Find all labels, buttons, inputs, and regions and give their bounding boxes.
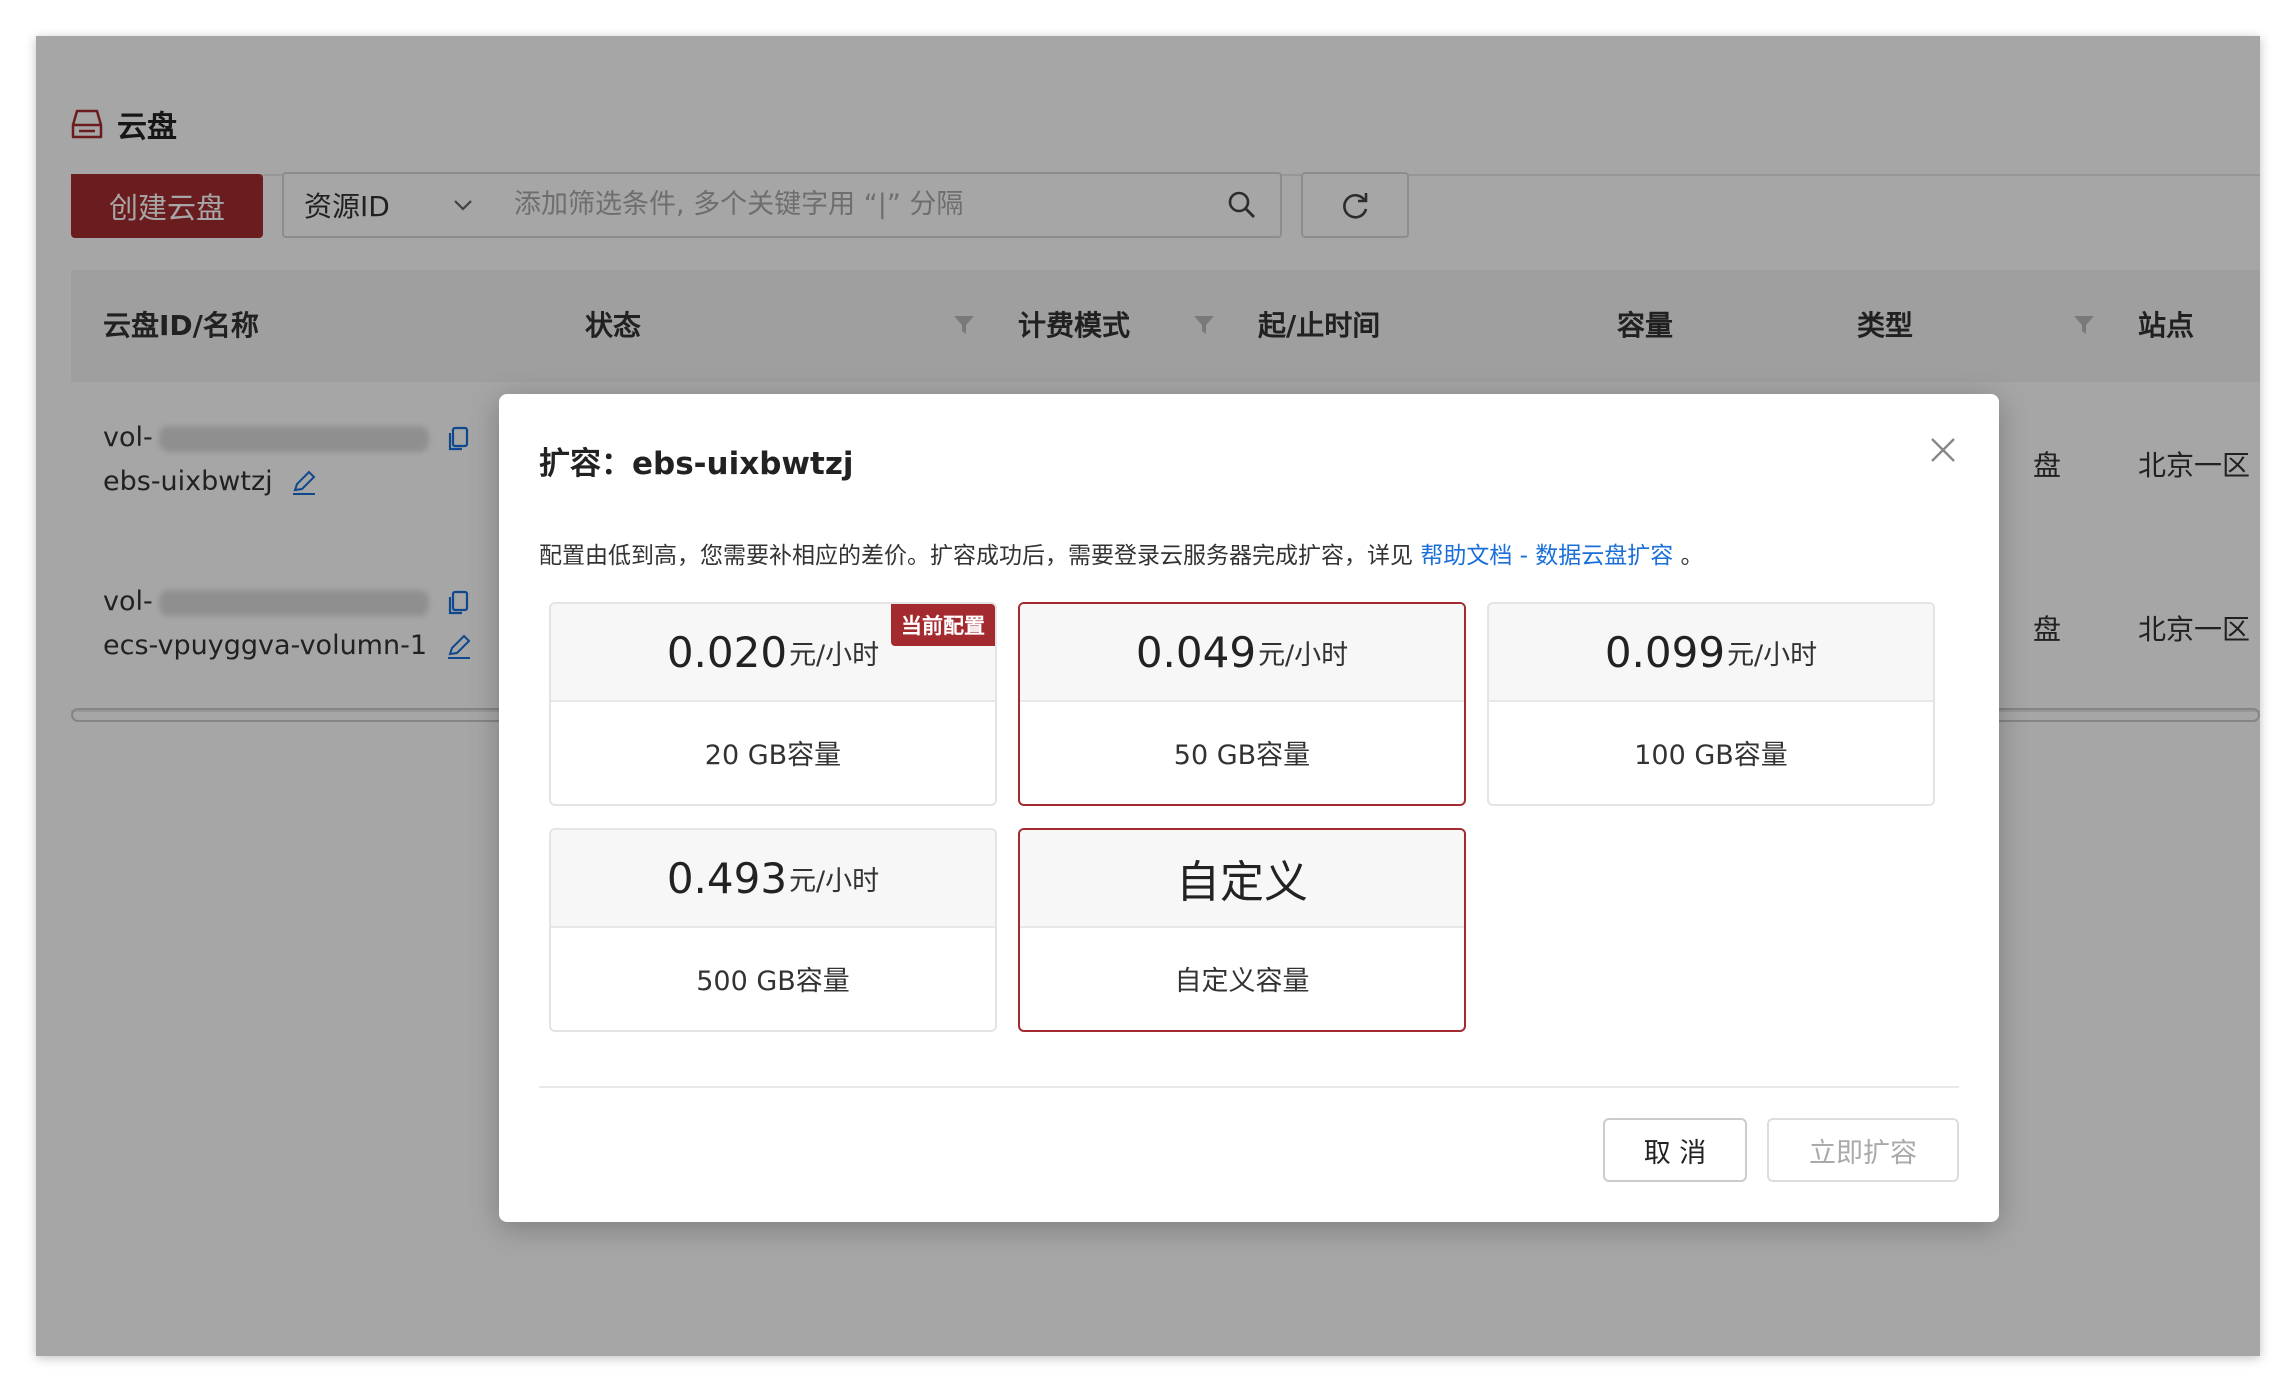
description-text: 配置由低到高，您需要补相应的差价。扩容成功后，需要登录云服务器完成扩容，详见 xyxy=(539,543,1413,569)
option-capacity: 500 GB容量 xyxy=(696,965,850,997)
price-value: 0.049 xyxy=(1135,627,1257,677)
cancel-button[interactable]: 取 消 xyxy=(1603,1118,1747,1182)
option-price: 0.493 元/小时 xyxy=(551,830,995,928)
expand-dialog: 扩容：ebs-uixbwtzj 配置由低到高，您需要补相应的差价。扩容成功后，需… xyxy=(499,394,1999,1222)
capacity-option-100gb[interactable]: 0.099 元/小时 100 GB容量 xyxy=(1487,602,1935,806)
custom-title: 自定义 xyxy=(1176,857,1308,908)
price-unit: 元/小时 xyxy=(789,865,880,897)
option-price: 0.099 元/小时 xyxy=(1489,604,1933,702)
option-capacity: 20 GB容量 xyxy=(704,739,842,771)
close-icon[interactable] xyxy=(1927,434,1959,466)
description-end: 。 xyxy=(1680,543,1704,569)
capacity-option-50gb[interactable]: 0.049 元/小时 50 GB容量 xyxy=(1018,602,1466,806)
capacity-option-500gb[interactable]: 0.493 元/小时 500 GB容量 xyxy=(549,828,997,1032)
option-title: 自定义 xyxy=(1020,830,1464,928)
capacity-option-20gb[interactable]: 0.020 元/小时 当前配置 20 GB容量 xyxy=(549,602,997,806)
expand-now-button[interactable]: 立即扩容 xyxy=(1767,1118,1959,1182)
price-unit: 元/小时 xyxy=(1727,639,1818,671)
option-price: 0.049 元/小时 xyxy=(1020,604,1464,702)
option-capacity: 50 GB容量 xyxy=(1173,739,1311,771)
dialog-title: 扩容：ebs-uixbwtzj xyxy=(539,446,854,482)
price-value: 0.099 xyxy=(1604,627,1726,677)
price-value: 0.020 xyxy=(666,627,788,677)
capacity-option-custom[interactable]: 自定义 自定义容量 xyxy=(1018,828,1466,1032)
help-doc-link[interactable]: 帮助文档 - 数据云盘扩容 xyxy=(1420,543,1673,569)
option-capacity: 自定义容量 xyxy=(1174,965,1310,997)
current-config-badge: 当前配置 xyxy=(891,604,995,646)
dialog-description: 配置由低到高，您需要补相应的差价。扩容成功后，需要登录云服务器完成扩容，详见 帮… xyxy=(539,536,1704,570)
footer-divider xyxy=(539,1086,1959,1088)
price-unit: 元/小时 xyxy=(789,639,880,671)
price-value: 0.493 xyxy=(666,853,788,903)
option-capacity: 100 GB容量 xyxy=(1634,739,1788,771)
price-unit: 元/小时 xyxy=(1258,639,1349,671)
